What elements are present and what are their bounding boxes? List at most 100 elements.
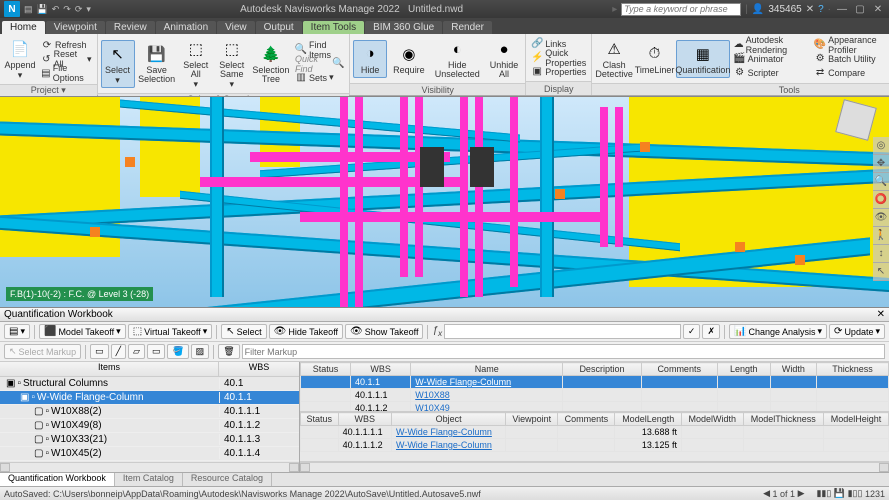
col-header[interactable]: Comments bbox=[558, 413, 615, 426]
tab-review[interactable]: Review bbox=[106, 21, 155, 34]
mk-area-icon[interactable]: ▱ bbox=[128, 344, 145, 359]
panel-label-project[interactable]: Project ▾ bbox=[0, 84, 97, 96]
show-takeoff-button[interactable]: 👁Show Takeoff bbox=[345, 324, 423, 339]
exchange-icon[interactable]: ✕ bbox=[806, 4, 814, 15]
tree-row[interactable]: ▢ ▫ W10X33(21)40.1.1.3 bbox=[0, 433, 299, 447]
mem-icon[interactable]: ▮▯▯ bbox=[848, 488, 863, 499]
select-button2[interactable]: ↖Select bbox=[221, 324, 266, 339]
steering-icon[interactable]: ◎ bbox=[873, 137, 889, 155]
close-button[interactable]: ✕ bbox=[871, 4, 885, 15]
tab-render[interactable]: Render bbox=[443, 21, 492, 34]
bottom-tab[interactable]: Quantification Workbook bbox=[0, 473, 115, 486]
tab-home[interactable]: Home bbox=[2, 21, 45, 34]
mk-count-icon[interactable]: ▭ bbox=[147, 344, 166, 359]
grid-hscroll[interactable] bbox=[300, 462, 889, 472]
qat-open-icon[interactable]: ▤ bbox=[24, 4, 33, 15]
minimize-button[interactable]: — bbox=[835, 4, 849, 15]
col-header[interactable]: ModelLength bbox=[615, 413, 681, 426]
batch-button[interactable]: ⚙Batch Utility bbox=[812, 52, 889, 66]
signin-icon[interactable]: 👤 bbox=[752, 4, 764, 15]
select-same-button[interactable]: ⬚Select Same▾ bbox=[215, 36, 249, 91]
ark-button[interactable]: ☁Autodesk Rendering bbox=[732, 38, 811, 52]
3d-viewport[interactable]: F.B(1)-10(-2) : F.C. @ Level 3 (-28) ◎ ✥… bbox=[0, 96, 889, 307]
filter-markup-input[interactable] bbox=[242, 344, 885, 359]
new-group-button[interactable]: ▤▾ bbox=[4, 324, 30, 339]
bottom-tab[interactable]: Item Catalog bbox=[115, 473, 183, 486]
tree-row[interactable]: ▢ ▫ W10X49(8)40.1.1.2 bbox=[0, 419, 299, 433]
require-button[interactable]: ◉Require bbox=[389, 41, 429, 77]
col-items[interactable]: Items bbox=[0, 362, 219, 376]
tree-row[interactable]: ▣ ▫ W-Wide Flange-Column40.1.1 bbox=[0, 391, 299, 405]
save-selection-button[interactable]: 💾Save Selection bbox=[137, 41, 177, 86]
col-header[interactable]: Description bbox=[563, 363, 641, 376]
model-takeoff-button[interactable]: ⬛Model Takeoff▾ bbox=[39, 324, 126, 339]
hide-unselected-button[interactable]: ◐Hide Unselected bbox=[431, 36, 484, 81]
tree-row[interactable]: ▣ ▫ Structural Columns40.1 bbox=[0, 377, 299, 391]
look-icon[interactable]: 👁 bbox=[873, 209, 889, 227]
unhide-all-button[interactable]: ●Unhide All bbox=[486, 36, 523, 81]
table-row[interactable]: 40.1.1.1.1W-Wide Flange-Column13.688 ft bbox=[301, 426, 889, 439]
col-header[interactable]: Name bbox=[411, 363, 563, 376]
col-header[interactable]: Comments bbox=[641, 363, 717, 376]
table-row[interactable]: 40.1.1.1.2W-Wide Flange-Column13.125 ft bbox=[301, 439, 889, 452]
disk-icon[interactable]: 💾 bbox=[834, 488, 845, 499]
sheet-prev-icon[interactable]: ◀ bbox=[763, 488, 770, 499]
qat-save-icon[interactable]: 💾 bbox=[37, 4, 48, 15]
update-button[interactable]: ⟳Update▾ bbox=[829, 324, 885, 339]
col-header[interactable]: ModelWidth bbox=[681, 413, 743, 426]
col-header[interactable]: ModelHeight bbox=[824, 413, 889, 426]
qat-undo-icon[interactable]: ↶ bbox=[52, 4, 60, 15]
quantification-button[interactable]: ▦Quantification bbox=[676, 40, 729, 78]
col-header[interactable]: WBS bbox=[338, 413, 391, 426]
maximize-button[interactable]: ▢ bbox=[853, 4, 867, 15]
perf-icon[interactable]: ▮▮▯ bbox=[816, 488, 831, 499]
fx-cancel[interactable]: ✗ bbox=[702, 324, 720, 339]
col-header[interactable]: ModelThickness bbox=[743, 413, 824, 426]
sheet-next-icon[interactable]: ▶ bbox=[798, 488, 805, 499]
pan-icon[interactable]: ✥ bbox=[873, 155, 889, 173]
qw-close-icon[interactable]: ✕ bbox=[877, 309, 885, 320]
pointer-icon[interactable]: ↖ bbox=[873, 263, 889, 281]
clash-button[interactable]: ⚠Clash Detective bbox=[595, 36, 633, 81]
mk-back-icon[interactable]: ▨ bbox=[191, 344, 210, 359]
select-button[interactable]: ↖Select▾ bbox=[101, 40, 135, 88]
col-wbs[interactable]: WBS bbox=[219, 362, 299, 376]
fx-accept[interactable]: ✓ bbox=[683, 324, 701, 339]
zoom-icon[interactable]: 🔍 bbox=[873, 173, 889, 191]
tab-view[interactable]: View bbox=[217, 21, 255, 34]
table-row[interactable]: 40.1.1.1W10X88 bbox=[301, 389, 889, 402]
mk-line-icon[interactable]: ╱ bbox=[111, 344, 126, 359]
formula-input[interactable] bbox=[444, 324, 681, 339]
col-header[interactable]: Object bbox=[391, 413, 505, 426]
walk-icon[interactable]: 🚶 bbox=[873, 227, 889, 245]
hide-takeoff-button[interactable]: 👁Hide Takeoff bbox=[269, 324, 343, 339]
help-icon[interactable]: ? bbox=[818, 4, 824, 15]
table-row[interactable]: 40.1.1W-Wide Flange-Column bbox=[301, 376, 889, 389]
detail-grid[interactable]: StatusWBSObjectViewpointCommentsModelLen… bbox=[300, 412, 889, 462]
col-header[interactable]: Length bbox=[717, 363, 770, 376]
properties-button[interactable]: ▣Properties bbox=[529, 65, 588, 79]
qw-titlebar[interactable]: Quantification Workbook✕ bbox=[0, 308, 889, 322]
select-all-button[interactable]: ⬚Select All▾ bbox=[179, 36, 213, 91]
selection-tree-button[interactable]: 🌲Selection Tree bbox=[251, 41, 291, 86]
select-markup-button[interactable]: ↖ Select Markup bbox=[4, 344, 81, 359]
fileoptions-button[interactable]: ▤File Options bbox=[39, 66, 94, 80]
tab-animation[interactable]: Animation bbox=[156, 21, 216, 34]
tree-row[interactable]: ▢ ▫ W10X88(2)40.1.1.1 bbox=[0, 405, 299, 419]
timeliner-button[interactable]: ⏱TimeLiner bbox=[635, 41, 674, 77]
qat-redo-icon[interactable]: ↷ bbox=[63, 4, 71, 15]
help-search-input[interactable] bbox=[621, 3, 741, 16]
qat-refresh-icon[interactable]: ⟳ bbox=[75, 4, 83, 15]
col-header[interactable]: WBS bbox=[351, 363, 411, 376]
user-label[interactable]: 345465 bbox=[768, 4, 801, 15]
col-header[interactable]: Status bbox=[301, 363, 351, 376]
mk-rect-icon[interactable]: ▭ bbox=[90, 344, 109, 359]
tree-hscroll[interactable] bbox=[0, 462, 299, 472]
col-header[interactable]: Status bbox=[301, 413, 339, 426]
sets-button[interactable]: ▥Sets ▾ bbox=[293, 71, 346, 85]
tab-output[interactable]: Output bbox=[256, 21, 302, 34]
bottom-tab[interactable]: Resource Catalog bbox=[183, 473, 272, 486]
tab-item-tools[interactable]: Item Tools bbox=[303, 21, 364, 34]
approf-button[interactable]: 🎨Appearance Profiler bbox=[812, 38, 889, 52]
virtual-takeoff-button[interactable]: ⬚Virtual Takeoff▾ bbox=[128, 324, 213, 339]
